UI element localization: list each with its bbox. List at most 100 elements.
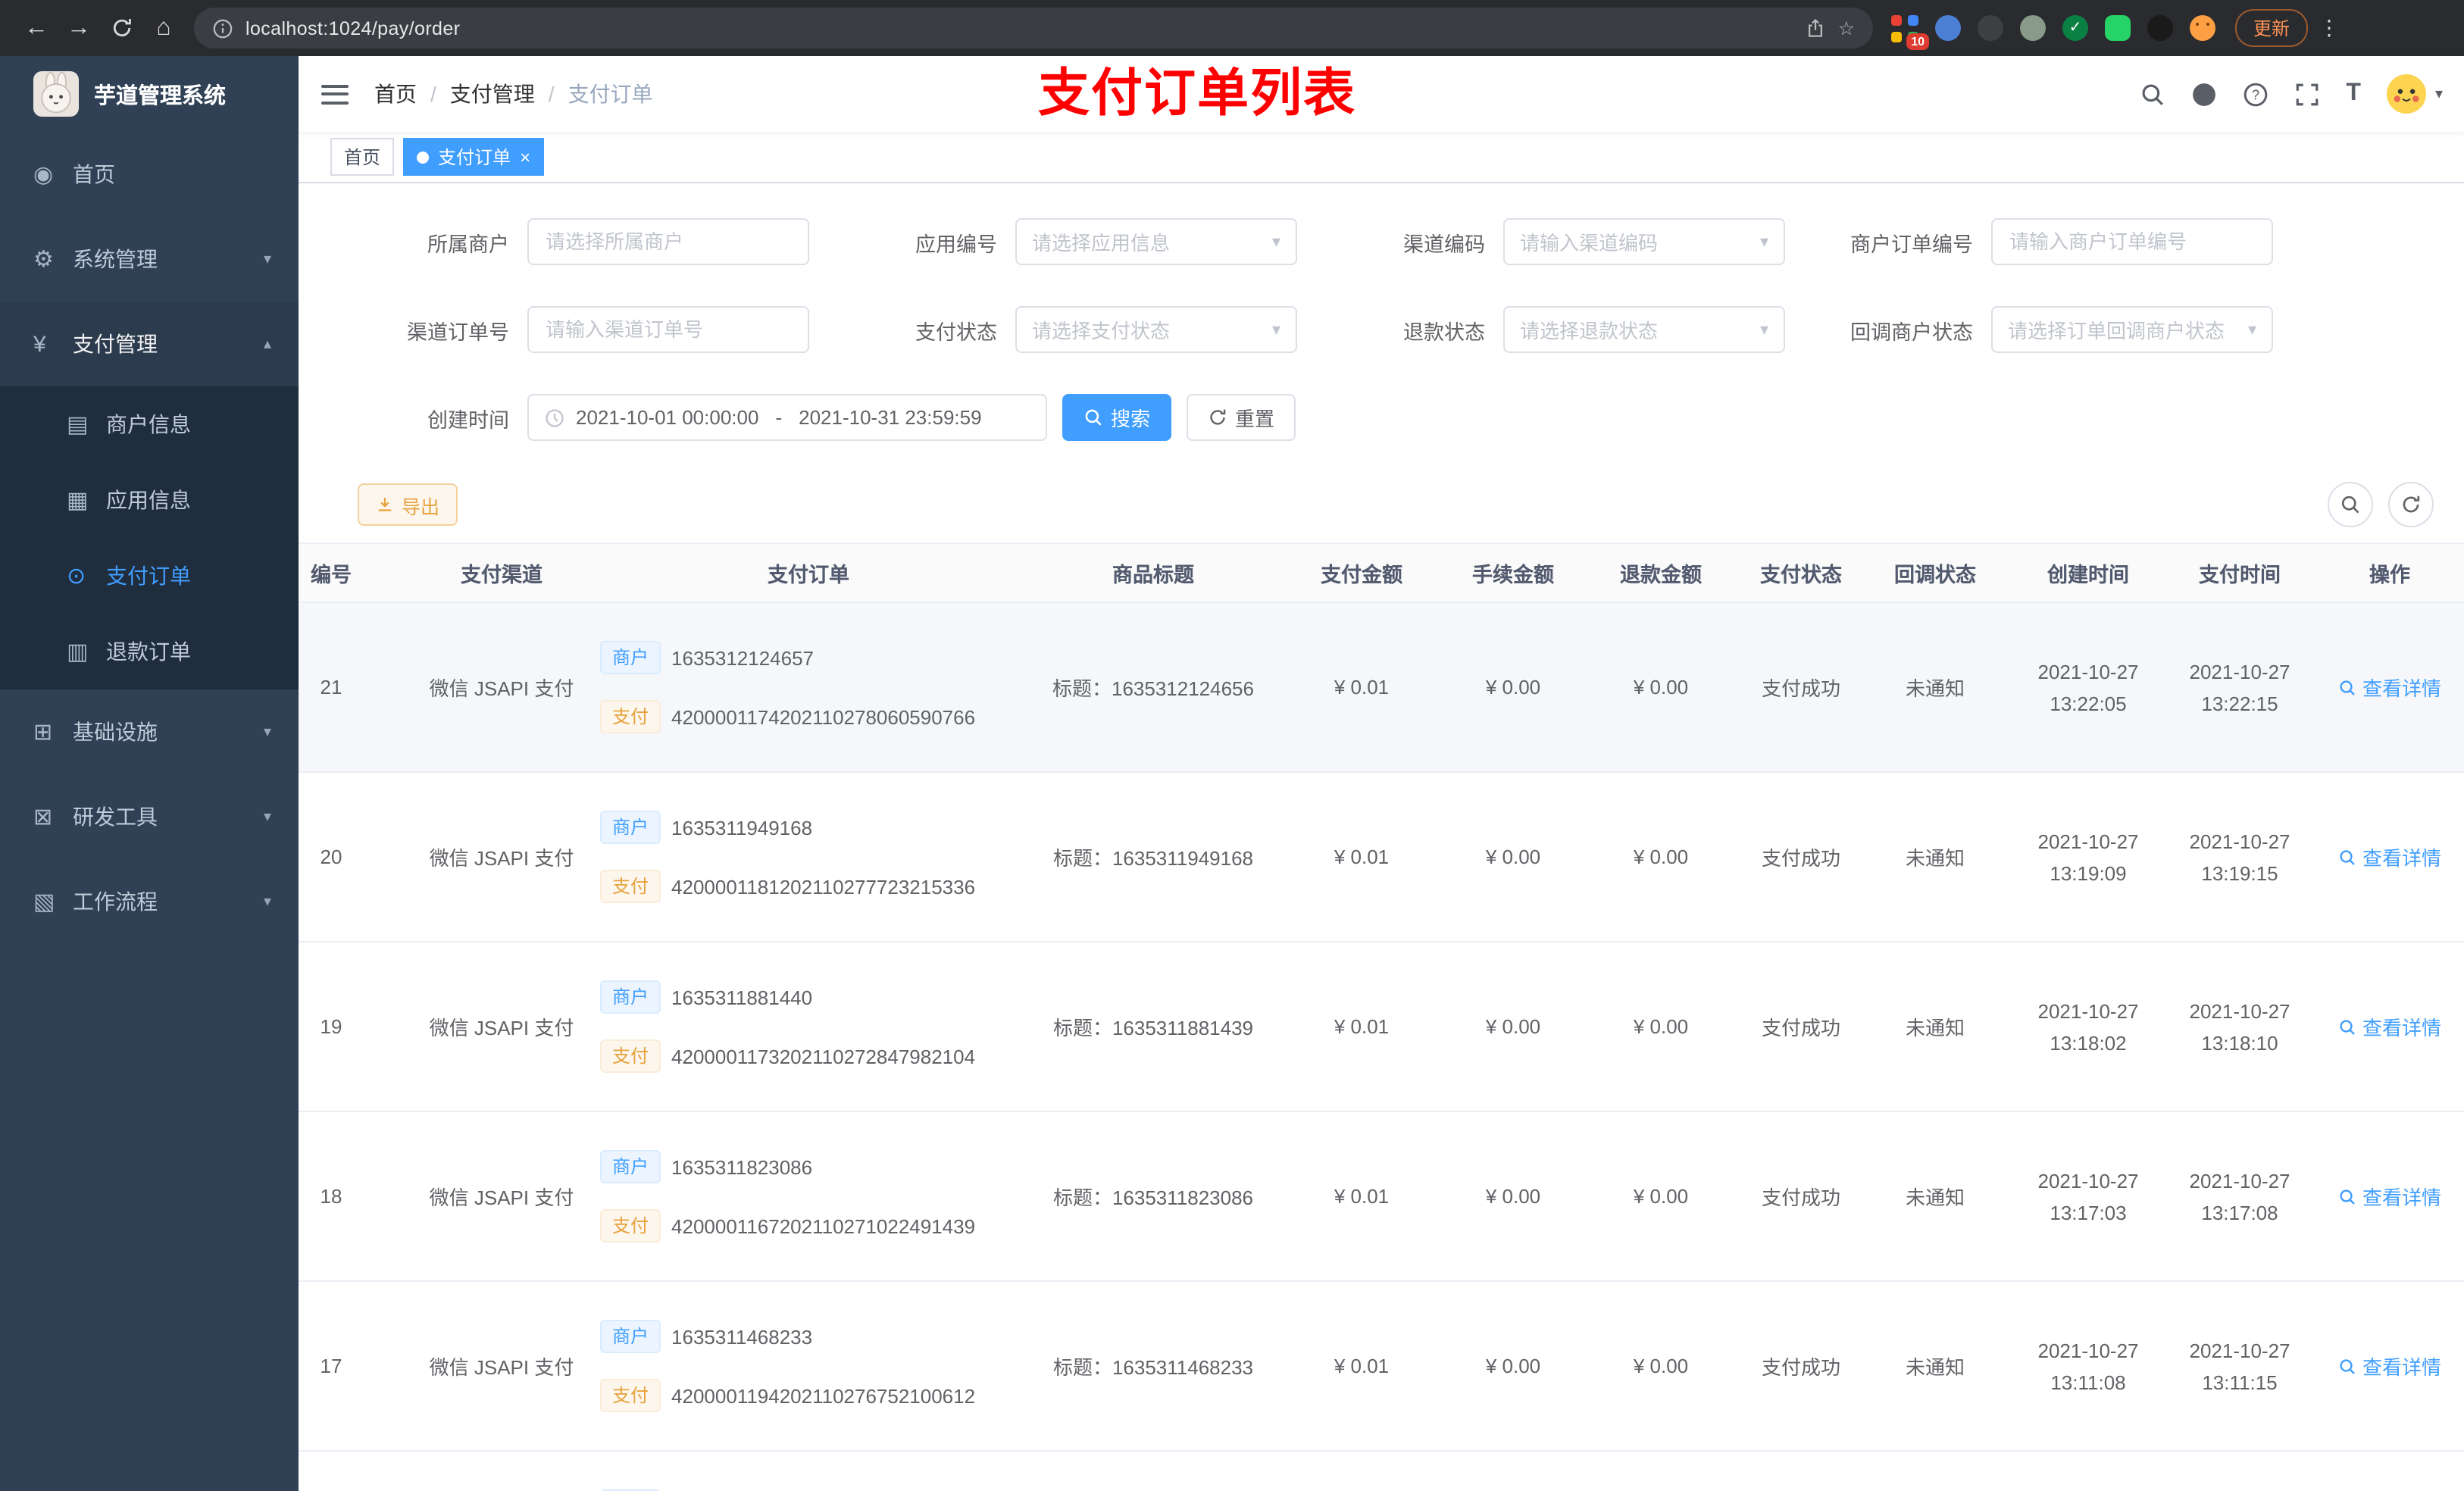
browser-forward-icon[interactable]: → <box>59 8 98 48</box>
fullscreen-icon[interactable] <box>2294 81 2320 107</box>
col-pay-time: 支付时间 <box>2164 542 2315 603</box>
cell-id: 21 <box>299 602 418 773</box>
pay-tag: 支付 <box>600 1039 661 1073</box>
sidebar-item-infrastructure[interactable]: ⊞ 基础设施 ▾ <box>0 689 299 774</box>
share-icon[interactable] <box>1805 17 1826 39</box>
create-time-range-picker[interactable]: 2021-10-01 00:00:00 - 2021-10-31 23:59:5… <box>527 394 1047 441</box>
reset-button[interactable]: 重置 <box>1187 394 1296 441</box>
sidebar-item-system[interactable]: ⚙ 系统管理 ▾ <box>0 217 299 302</box>
url-text: localhost:1024/pay/order <box>245 17 461 39</box>
browser-home-icon[interactable]: ⌂ <box>144 8 183 48</box>
tab-pay-order[interactable]: 支付订单 × <box>403 138 545 176</box>
user-menu[interactable]: ▾ <box>2386 74 2443 114</box>
sidebar-item-workflow[interactable]: ▧ 工作流程 ▾ <box>0 859 299 944</box>
view-detail-link[interactable]: 查看详情 <box>2338 842 2441 871</box>
browser-back-icon[interactable]: ← <box>17 8 56 48</box>
merchant-select-input[interactable] <box>527 218 809 265</box>
sidebar-item-refund-order[interactable]: ▥ 退款订单 <box>0 614 299 689</box>
filter-label-merchant: 所属商户 <box>427 233 509 255</box>
search-button[interactable]: 搜索 <box>1062 394 1172 441</box>
cell-notify-status: 未通知 <box>1858 942 2012 1112</box>
channel-code-select[interactable]: 请输入渠道编码 ▾ <box>1503 218 1785 265</box>
cell-create-time: 2021-10-27 13:11:08 <box>2012 1281 2164 1452</box>
browser-extension-icon[interactable] <box>1935 15 1961 41</box>
tab-label: 支付订单 <box>438 147 511 168</box>
pay-tag: 支付 <box>600 700 661 733</box>
sidebar-item-dev-tools[interactable]: ⊠ 研发工具 ▾ <box>0 774 299 859</box>
browser-update-button[interactable]: 更新 <box>2235 9 2309 47</box>
sidebar-item-payment[interactable]: ¥ 支付管理 ▴ <box>0 302 299 386</box>
github-icon[interactable] <box>2191 81 2217 107</box>
cell-id: 17 <box>299 1281 418 1452</box>
bookmark-star-icon[interactable]: ☆ <box>1838 17 1855 39</box>
channel-order-no-input[interactable] <box>527 306 809 353</box>
merchant-tag: 商户 <box>600 980 661 1014</box>
notify-status-select[interactable]: 请选择订单回调商户状态 ▾ <box>1991 306 2273 353</box>
cell-fee: ¥ 0.00 <box>1449 1281 1578 1452</box>
view-detail-link[interactable]: 查看详情 <box>2338 1012 2441 1041</box>
breadcrumb-home[interactable]: 首页 <box>374 79 417 109</box>
select-placeholder: 请选择支付状态 <box>1032 320 1171 342</box>
cell-refund: ¥ 0.00 <box>1578 772 1744 942</box>
filter-label-channel-order-no: 渠道订单号 <box>407 320 509 343</box>
sidebar-item-label: 商户信息 <box>106 412 191 436</box>
sidebar: 芋道管理系统 ◉ 首页 ⚙ 系统管理 ▾ ¥ 支付管理 ▴ ▤ 商户信息 ▦ 应… <box>0 56 299 1491</box>
view-detail-link[interactable]: 查看详情 <box>2338 1352 2441 1380</box>
breadcrumb-separator: / <box>548 82 555 106</box>
filter-label-create-time: 创建时间 <box>427 408 509 431</box>
close-tab-icon[interactable]: × <box>520 148 530 166</box>
browser-reload-icon[interactable] <box>102 8 141 48</box>
cell-create-time: 2021-10-27 13:22:05 <box>2012 602 2164 773</box>
browser-profile-avatar[interactable] <box>2190 15 2215 41</box>
cell-pay-order: 商户 1635312124657 支付 4200001174202110278060… <box>585 602 1032 773</box>
cell-amount: ¥ 0.01 <box>1274 772 1449 942</box>
app-logo: 芋道管理系统 <box>0 56 299 132</box>
cell-pay-order: 商户 1635311468233 支付 4200001194202110276752… <box>585 1281 1032 1452</box>
user-avatar <box>2386 74 2426 114</box>
sidebar-item-merchant-info[interactable]: ▤ 商户信息 <box>0 386 299 462</box>
browser-extension-check-icon[interactable]: ✓ <box>2062 15 2088 41</box>
view-detail-link[interactable]: 查看详情 <box>2338 1182 2441 1211</box>
help-icon[interactable]: ? <box>2243 81 2269 107</box>
table-header-row: 编号 支付渠道 支付订单 商品标题 支付金额 手续金额 退款金额 支付状态 回调… <box>299 542 2464 603</box>
toggle-search-button[interactable] <box>2328 482 2373 527</box>
url-bar[interactable]: localhost:1024/pay/order ☆ <box>194 8 1873 48</box>
chevron-down-icon: ▾ <box>263 893 271 910</box>
sidebar-item-app-info[interactable]: ▦ 应用信息 <box>0 462 299 538</box>
col-pay-status: 支付状态 <box>1744 542 1858 603</box>
breadcrumb-payment[interactable]: 支付管理 <box>450 79 535 109</box>
browser-extension-icon[interactable] <box>2105 15 2131 41</box>
hamburger-icon[interactable] <box>321 84 349 104</box>
pay-order-table: 编号 支付渠道 支付订单 商品标题 支付金额 手续金额 退款金额 支付状态 回调… <box>299 542 2464 1491</box>
app-title: 芋道管理系统 <box>94 84 226 108</box>
browser-extension-icon[interactable] <box>2020 15 2046 41</box>
filter-label-refund-status: 退款状态 <box>1403 320 1485 343</box>
view-detail-link[interactable]: 查看详情 <box>2338 673 2441 702</box>
tab-home[interactable]: 首页 <box>330 138 395 176</box>
chevron-down-icon: ▾ <box>1759 233 1768 252</box>
pay-status-select[interactable]: 请选择支付状态 ▾ <box>1015 306 1297 353</box>
browser-extension-icon[interactable] <box>2147 15 2173 41</box>
font-size-icon[interactable]: T <box>2346 81 2361 106</box>
browser-menu-icon[interactable]: ⋮ <box>2317 15 2341 41</box>
sidebar-item-home[interactable]: ◉ 首页 <box>0 132 299 217</box>
search-icon[interactable] <box>2140 81 2165 107</box>
browser-extension-icon[interactable] <box>1978 15 2003 41</box>
sidebar-item-label: 工作流程 <box>73 889 158 914</box>
app-no-select[interactable]: 请选择应用信息 ▾ <box>1015 218 1297 265</box>
dashboard-icon: ◉ <box>33 162 54 188</box>
extensions-cluster-icon[interactable]: 10 <box>1891 14 1929 49</box>
merchant-order-no-input[interactable] <box>1991 218 2273 265</box>
breadcrumb-separator: / <box>430 82 436 106</box>
merchant-order-no: 1635311468233 <box>671 1325 813 1348</box>
refund-status-select[interactable]: 请选择退款状态 ▾ <box>1503 306 1785 353</box>
export-button[interactable]: 导出 <box>358 483 458 526</box>
site-info-icon[interactable] <box>212 17 233 39</box>
pay-tag: 支付 <box>600 1209 661 1242</box>
sidebar-item-pay-order[interactable]: ⊙ 支付订单 <box>0 538 299 614</box>
refresh-button[interactable] <box>2388 482 2434 527</box>
cell-title: 标题：1635311468233 <box>1032 1281 1274 1452</box>
cell-actions: 查看详情 <box>2315 602 2464 773</box>
select-placeholder: 请选择订单回调商户状态 <box>2008 320 2225 342</box>
sidebar-item-label: 退款订单 <box>106 639 191 664</box>
